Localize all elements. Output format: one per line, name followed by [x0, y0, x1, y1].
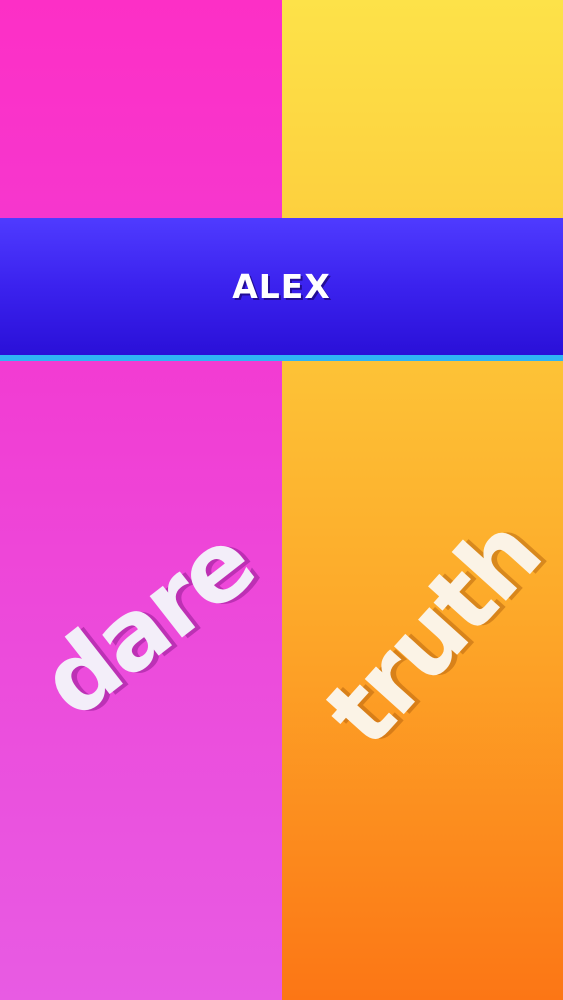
banner-divider — [0, 355, 563, 361]
truth-panel[interactable]: truth — [282, 0, 563, 1000]
dare-label: dare — [20, 506, 274, 740]
player-banner: ALEX — [0, 218, 563, 355]
player-name: ALEX — [232, 267, 331, 306]
dare-panel[interactable]: dare — [0, 0, 282, 1000]
truth-label: truth — [303, 498, 562, 768]
truth-or-dare-screen: dare truth ALEX — [0, 0, 563, 1000]
